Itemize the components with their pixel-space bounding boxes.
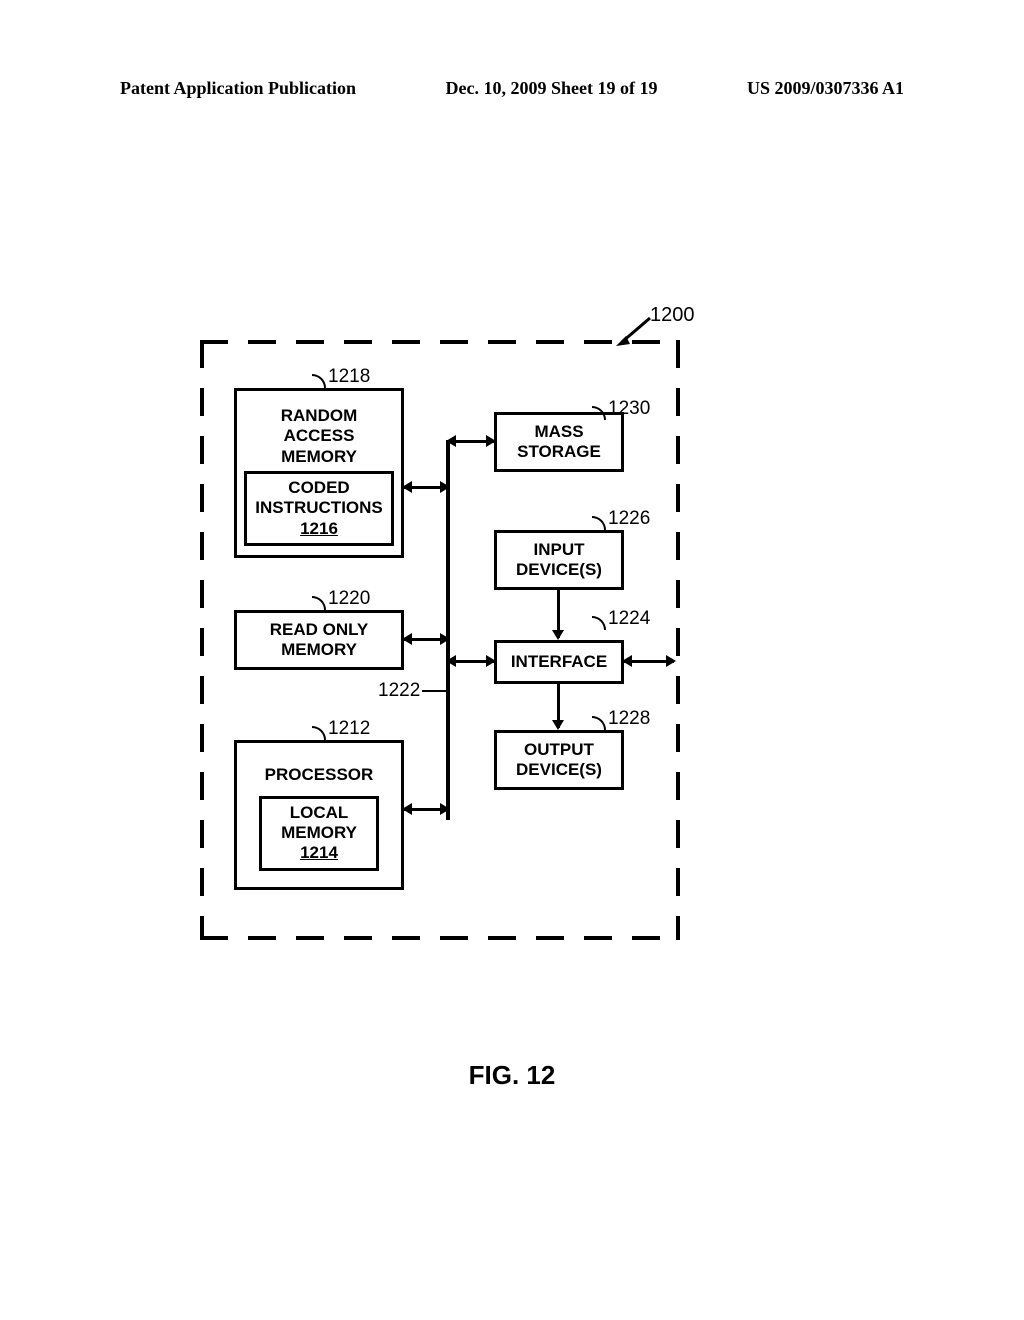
coded-ref: 1216 — [300, 519, 338, 539]
output-label: OUTPUT — [524, 740, 594, 760]
system-bus-line — [446, 440, 450, 820]
header-center: Dec. 10, 2009 Sheet 19 of 19 — [446, 78, 658, 99]
ram-label: ACCESS — [284, 426, 355, 446]
connector-arrow-down — [557, 684, 560, 728]
rom-block: READ ONLY MEMORY — [234, 610, 404, 670]
patent-figure-page: Patent Application Publication Dec. 10, … — [0, 0, 1024, 1320]
connector — [624, 660, 674, 663]
connector — [448, 660, 494, 663]
mass-storage-block: MASS STORAGE — [494, 412, 624, 472]
dashed-border — [200, 340, 680, 344]
ref-proc: 1212 — [328, 718, 370, 740]
leader-hook — [312, 726, 326, 740]
ram-block: RANDOM ACCESS MEMORY CODED INSTRUCTIONS … — [234, 388, 404, 558]
block-diagram: RANDOM ACCESS MEMORY CODED INSTRUCTIONS … — [200, 340, 680, 940]
output-label: DEVICE(S) — [516, 760, 602, 780]
input-label: DEVICE(S) — [516, 560, 602, 580]
ref-system: 1200 — [650, 304, 695, 327]
mass-label: STORAGE — [517, 442, 601, 462]
local-ref: 1214 — [300, 843, 338, 863]
header-left: Patent Application Publication — [120, 78, 356, 99]
processor-block: PROCESSOR LOCAL MEMORY 1214 — [234, 740, 404, 890]
ref-output: 1228 — [608, 708, 650, 730]
ref-iface: 1224 — [608, 608, 650, 630]
input-devices-block: INPUT DEVICE(S) — [494, 530, 624, 590]
interface-label: INTERFACE — [511, 652, 607, 672]
dashed-border — [200, 340, 204, 940]
dashed-border — [200, 936, 680, 940]
header-right: US 2009/0307336 A1 — [747, 78, 904, 99]
leader-hook — [592, 406, 606, 420]
local-label: LOCAL — [290, 803, 349, 823]
coded-label: INSTRUCTIONS — [255, 498, 383, 518]
connector-arrow-down — [557, 590, 560, 638]
coded-instructions-block: CODED INSTRUCTIONS 1216 — [244, 471, 394, 546]
interface-block: INTERFACE — [494, 640, 624, 684]
connector — [404, 486, 448, 489]
input-label: INPUT — [534, 540, 585, 560]
ram-label: MEMORY — [281, 447, 357, 467]
mass-label: MASS — [534, 422, 583, 442]
ram-label: RANDOM — [281, 406, 358, 426]
leader-hook — [312, 374, 326, 388]
leader-arrow-icon — [616, 316, 652, 346]
leader-hook — [592, 716, 606, 730]
output-devices-block: OUTPUT DEVICE(S) — [494, 730, 624, 790]
figure-caption: FIG. 12 — [0, 1060, 1024, 1091]
ref-rom: 1220 — [328, 588, 370, 610]
leader-hook — [312, 596, 326, 610]
connector — [404, 808, 448, 811]
connector — [448, 440, 494, 443]
processor-label: PROCESSOR — [265, 765, 374, 785]
coded-label: CODED — [288, 478, 349, 498]
local-memory-block: LOCAL MEMORY 1214 — [259, 796, 379, 871]
leader-hook — [592, 516, 606, 530]
rom-label: MEMORY — [281, 640, 357, 660]
dashed-border — [676, 340, 680, 940]
page-header: Patent Application Publication Dec. 10, … — [120, 78, 904, 99]
leader-hook — [592, 616, 606, 630]
connector — [404, 638, 448, 641]
leader-line — [422, 690, 446, 692]
rom-label: READ ONLY — [270, 620, 369, 640]
ref-ram: 1218 — [328, 366, 370, 388]
ref-bus: 1222 — [378, 680, 420, 702]
ref-input: 1226 — [608, 508, 650, 530]
local-label: MEMORY — [281, 823, 357, 843]
ref-mass: 1230 — [608, 398, 650, 420]
